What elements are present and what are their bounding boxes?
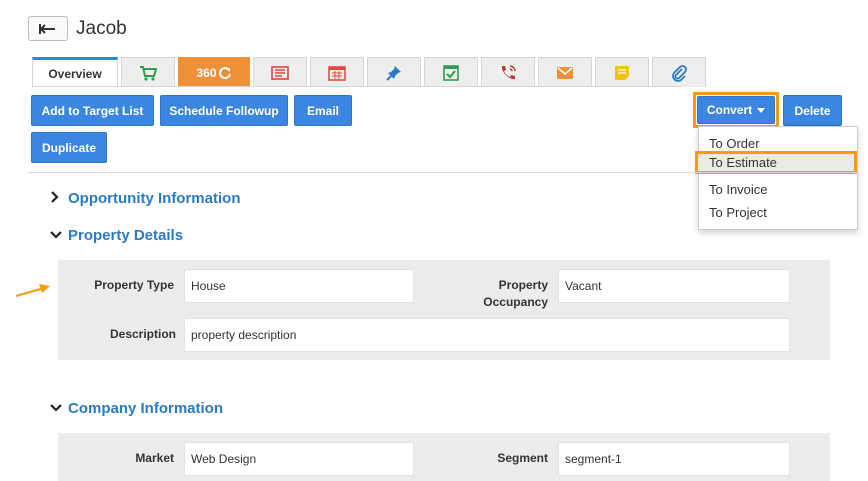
chevron-down-icon [50, 402, 64, 416]
description-field[interactable]: property description [184, 318, 790, 352]
section-title: Property Details [68, 227, 184, 244]
note-icon [615, 65, 629, 80]
phone-icon [501, 64, 516, 79]
arrow-annotation-icon [15, 284, 50, 298]
tab-calls[interactable] [481, 57, 535, 87]
property-occupancy-label: Property Occupancy [483, 278, 548, 309]
tab-calendar[interactable] [310, 57, 364, 87]
pin-icon [386, 65, 401, 81]
page-title: Jacob [76, 18, 127, 39]
add-to-target-list-button[interactable]: Add to Target List [31, 95, 154, 126]
section-property-details[interactable]: Property Details [50, 227, 183, 244]
menu-item-to-estimate[interactable]: To Estimate [695, 151, 857, 174]
tab-underline [32, 86, 682, 87]
tab-pin[interactable] [367, 57, 421, 87]
tab-tasks[interactable] [424, 57, 478, 87]
menu-item-to-project[interactable]: To Project [699, 201, 857, 224]
calendar-icon [328, 65, 346, 81]
tab-attachments[interactable] [652, 57, 706, 87]
company-information-panel: Market Web Design Segment segment-1 [58, 433, 830, 481]
chevron-down-icon [50, 229, 64, 243]
schedule-followup-button[interactable]: Schedule Followup [160, 95, 288, 126]
refresh-icon [218, 66, 231, 79]
section-title: Opportunity Information [68, 190, 241, 207]
menu-item-to-invoice[interactable]: To Invoice [699, 178, 857, 201]
tab-invoice[interactable] [253, 57, 307, 87]
section-company-information[interactable]: Company Information [50, 400, 223, 417]
market-label: Market [135, 451, 174, 465]
convert-button[interactable]: Convert [697, 96, 775, 124]
checklist-icon [443, 65, 459, 81]
tab-notes[interactable] [595, 57, 649, 87]
duplicate-button[interactable]: Duplicate [31, 132, 107, 163]
property-occupancy-field[interactable]: Vacant [558, 269, 790, 303]
tab-cart[interactable] [121, 57, 175, 87]
market-field[interactable]: Web Design [184, 442, 414, 476]
divider [28, 172, 858, 173]
property-details-panel: Property Type House Property Occupancy V… [58, 260, 830, 360]
cart-icon [140, 65, 157, 81]
property-type-label: Property Type [94, 278, 174, 292]
convert-dropdown-menu: To Order To Estimate To Invoice To Proje… [695, 126, 858, 230]
email-button[interactable]: Email [294, 95, 352, 126]
tab-bar: Overview 360 [32, 57, 709, 87]
section-opportunity-information[interactable]: Opportunity Information [50, 190, 240, 207]
delete-button[interactable]: Delete [783, 95, 842, 126]
chevron-right-icon [50, 191, 64, 206]
tab-mail[interactable] [538, 57, 592, 87]
paperclip-icon [672, 64, 687, 82]
property-type-field[interactable]: House [184, 269, 414, 303]
convert-highlight: Convert [693, 92, 779, 128]
invoice-icon [271, 65, 289, 80]
mail-icon [557, 66, 573, 79]
section-title: Company Information [68, 400, 224, 417]
arrow-left-icon [39, 23, 55, 34]
caret-down-icon [757, 107, 766, 113]
tab-overview[interactable]: Overview [32, 57, 118, 87]
description-label: Description [109, 327, 176, 341]
tab-360[interactable]: 360 [178, 57, 250, 87]
back-button[interactable] [28, 16, 68, 41]
segment-field[interactable]: segment-1 [558, 442, 790, 476]
segment-label: Segment [497, 451, 548, 465]
